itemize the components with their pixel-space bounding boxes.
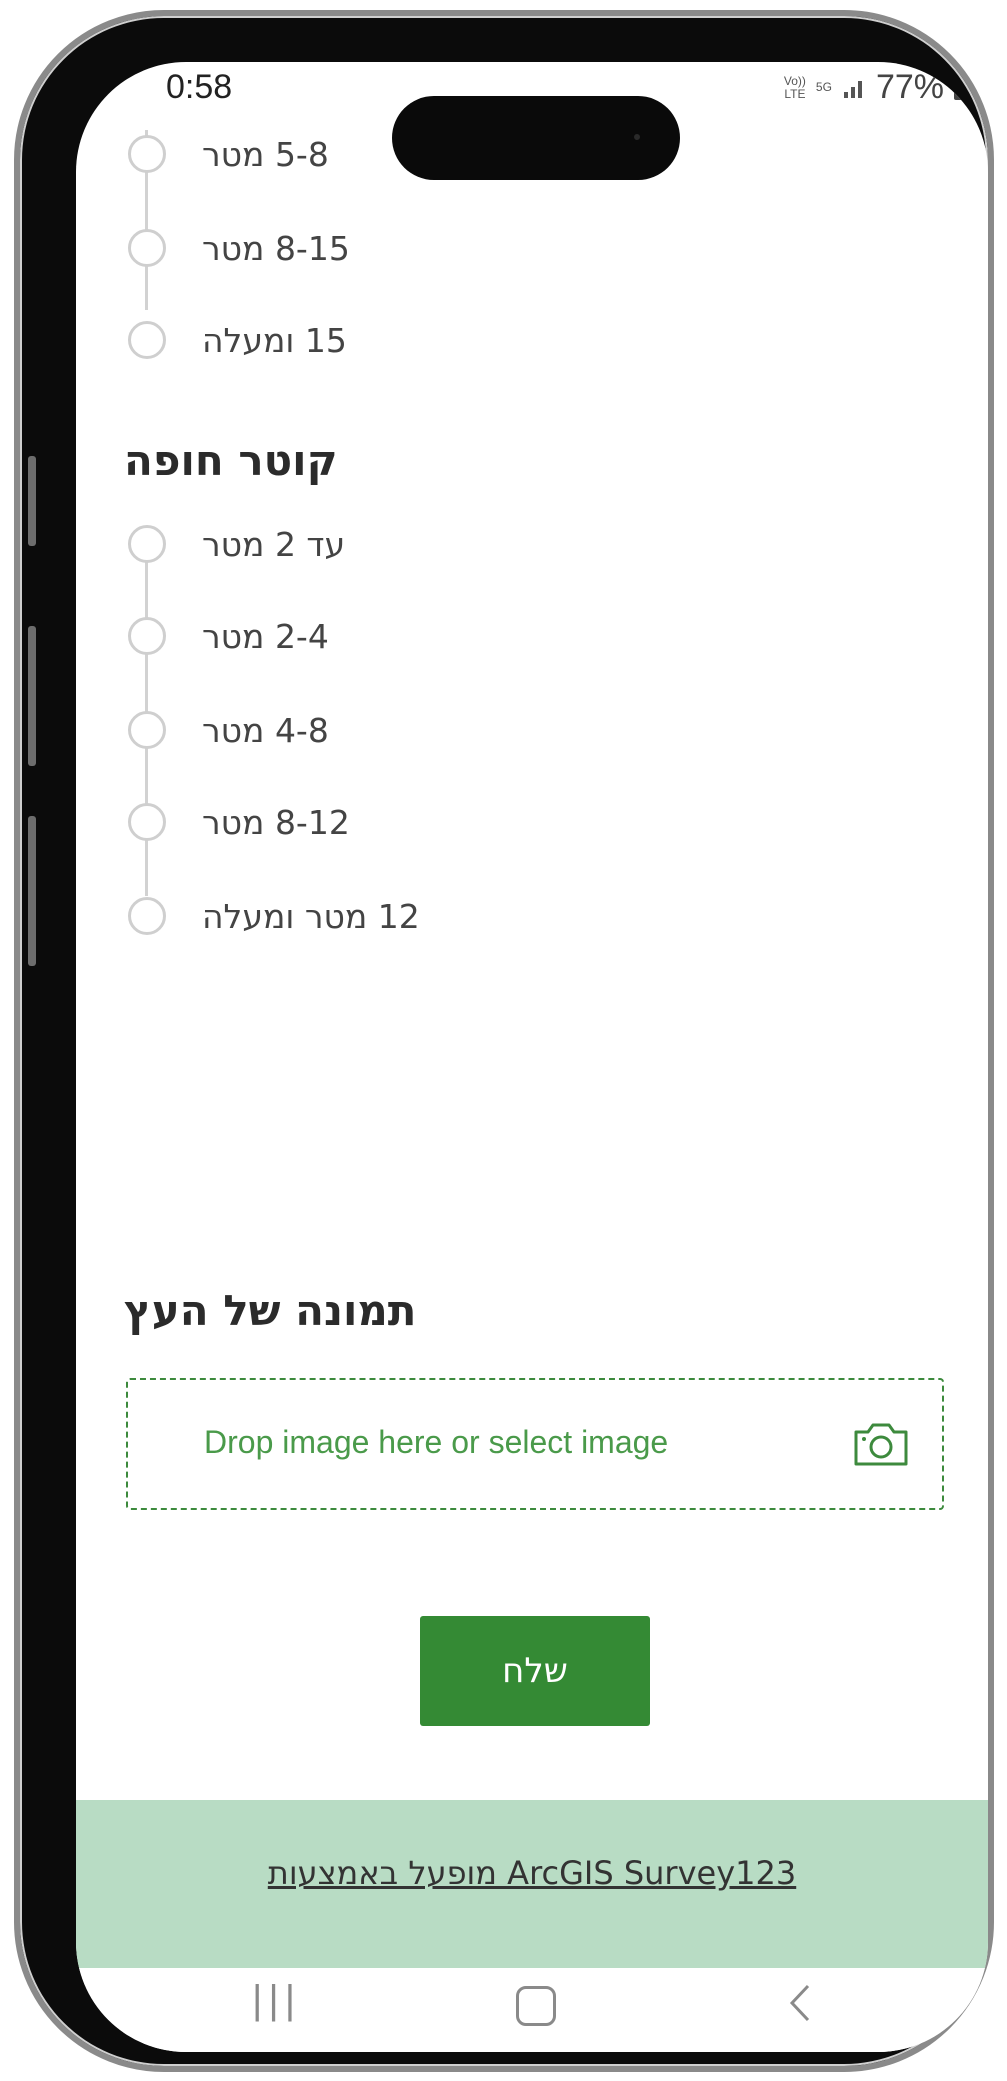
- screen: 0:58 Vo)) LTE 5G 77% 5-8 מטר 8-15 מטר 15…: [76, 62, 988, 2052]
- radio-option[interactable]: 5-8 מטר: [128, 134, 329, 174]
- radio-button[interactable]: [128, 321, 166, 359]
- powered-by-link[interactable]: מופעל באמצעות ArcGIS Survey123: [76, 1854, 988, 1892]
- radio-option[interactable]: 4-8 מטר: [128, 710, 329, 750]
- radio-label: 15 ומעלה: [202, 320, 347, 360]
- dynamic-island: [392, 96, 680, 180]
- radio-label: 4-8 מטר: [202, 710, 329, 750]
- home-icon[interactable]: [516, 1986, 556, 2026]
- battery-percent: 77%: [875, 68, 944, 106]
- volume-down-button: [28, 816, 36, 966]
- radio-button[interactable]: [128, 617, 166, 655]
- camera-icon[interactable]: [852, 1420, 910, 1468]
- radio-label: 5-8 מטר: [202, 134, 329, 174]
- radio-option[interactable]: 15 ומעלה: [128, 320, 347, 360]
- radio-button[interactable]: [128, 135, 166, 173]
- radio-option[interactable]: 8-15 מטר: [128, 228, 350, 268]
- volte-indicator: Vo)) LTE: [783, 73, 806, 101]
- dropzone-text[interactable]: Drop image here or select image: [204, 1424, 668, 1461]
- radio-button[interactable]: [128, 803, 166, 841]
- image-dropzone[interactable]: Drop image here or select image: [126, 1378, 944, 1510]
- battery-icon: [954, 75, 968, 100]
- radio-button[interactable]: [128, 229, 166, 267]
- radio-label: עד 2 מטר: [202, 524, 346, 564]
- radio-button[interactable]: [128, 711, 166, 749]
- radio-button[interactable]: [128, 897, 166, 935]
- 5g-indicator: 5G: [815, 80, 832, 94]
- radio-option[interactable]: 12 מטר ומעלה: [128, 896, 420, 936]
- radio-label: 8-12 מטר: [202, 802, 350, 842]
- radio-option[interactable]: עד 2 מטר: [128, 524, 345, 564]
- action-button: [28, 456, 36, 546]
- radio-label: 8-15 מטר: [202, 228, 350, 268]
- phone-frame: 0:58 Vo)) LTE 5G 77% 5-8 מטר 8-15 מטר 15…: [14, 10, 994, 2072]
- status-indicators: Vo)) LTE 5G 77%: [784, 68, 968, 107]
- radio-option[interactable]: 8-12 מטר: [128, 802, 350, 842]
- footer: מופעל באמצעות ArcGIS Survey123: [76, 1800, 988, 1968]
- volume-up-button: [28, 626, 36, 766]
- section-title-canopy: קוטר חופה: [124, 436, 338, 485]
- back-icon[interactable]: [780, 1978, 820, 2028]
- radio-button[interactable]: [128, 525, 166, 563]
- radio-label: 12 מטר ומעלה: [202, 896, 420, 936]
- recent-apps-icon[interactable]: |||: [252, 1978, 301, 2023]
- radio-label: 2-4 מטר: [202, 616, 329, 656]
- radio-option[interactable]: 2-4 מטר: [128, 616, 329, 656]
- status-time: 0:58: [166, 68, 233, 106]
- signal-icon: [843, 80, 862, 98]
- submit-button[interactable]: שלח: [420, 1616, 650, 1726]
- android-nav-bar: |||: [76, 1968, 988, 2052]
- section-title-photo: תמונה של העץ: [124, 1286, 417, 1335]
